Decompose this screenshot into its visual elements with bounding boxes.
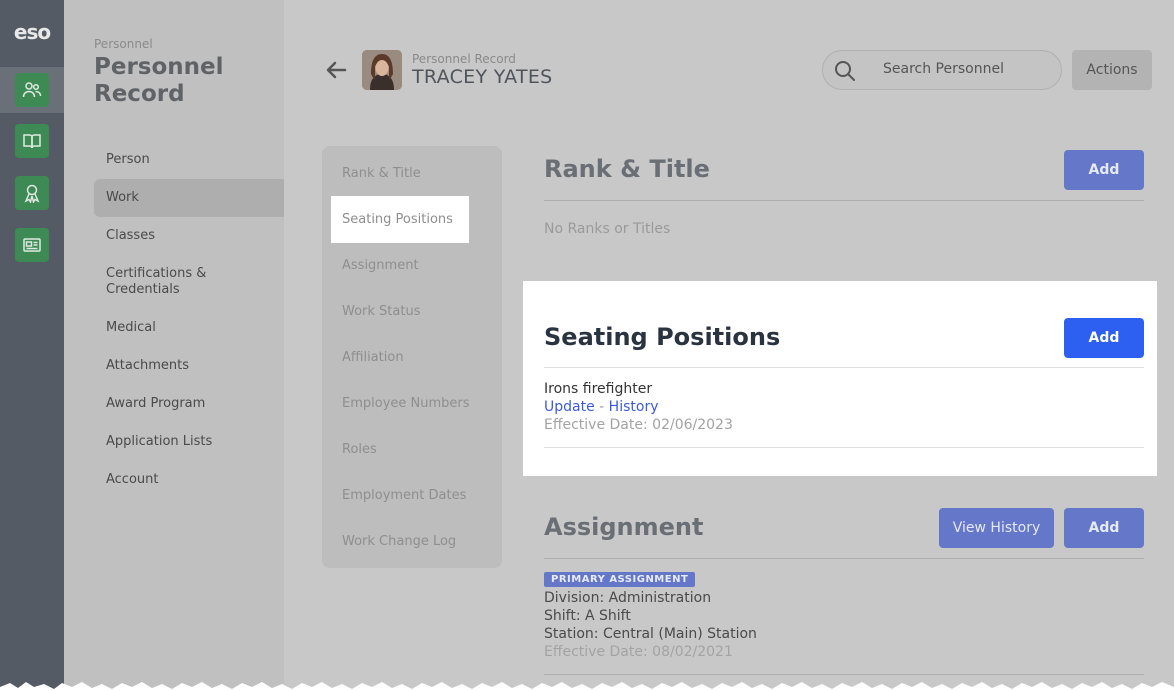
subnav-item-affiliation[interactable]: Affiliation xyxy=(342,350,404,365)
news-icon xyxy=(23,238,41,252)
subnav-item-employment-dates[interactable]: Employment Dates xyxy=(342,488,466,503)
seating-link-separator: - xyxy=(599,399,609,415)
sidenav-eyebrow: Personnel xyxy=(94,37,153,51)
seating-effective-date: Effective Date: 02/06/2023 xyxy=(544,417,733,433)
assignment-station: Station: Central (Main) Station xyxy=(544,626,757,642)
actions-button[interactable]: Actions xyxy=(1072,50,1152,90)
assignment-add-button[interactable]: Add xyxy=(1064,508,1144,548)
avatar xyxy=(362,50,402,90)
sidenav-item-application-lists[interactable]: Application Lists xyxy=(94,423,284,461)
section-nav: Personnel Personnel Record Person Work C… xyxy=(64,0,284,691)
primary-assignment-badge: PRIMARY ASSIGNMENT xyxy=(544,572,696,587)
subnav-item-rank-title[interactable]: Rank & Title xyxy=(342,166,421,181)
assignment-divider xyxy=(544,558,1144,559)
eso-logo: eso xyxy=(13,20,51,44)
seating-update-link[interactable]: Update xyxy=(544,399,595,415)
subnav-item-assignment[interactable]: Assignment xyxy=(342,258,419,273)
sidenav-item-account[interactable]: Account xyxy=(94,461,284,499)
view-history-button[interactable]: View History xyxy=(939,508,1054,548)
rank-add-button[interactable]: Add xyxy=(1064,150,1144,190)
seating-add-button[interactable]: Add xyxy=(1064,318,1144,358)
subnav-item-employee-numbers[interactable]: Employee Numbers xyxy=(342,396,470,411)
sidenav-list: Person Work Classes Certifications & Cre… xyxy=(94,141,284,499)
sidenav-item-award-program[interactable]: Award Program xyxy=(94,385,284,423)
subnav-item-work-status[interactable]: Work Status xyxy=(342,304,420,319)
search-icon xyxy=(835,61,855,81)
seating-position-name: Irons firefighter xyxy=(544,381,653,397)
rail-awards-button[interactable] xyxy=(15,176,49,210)
rail-news-button[interactable] xyxy=(15,228,49,262)
rail-personnel-button[interactable] xyxy=(0,67,64,113)
seating-positions-heading: Seating Positions xyxy=(544,323,781,351)
avatar-photo xyxy=(362,50,402,90)
seating-divider xyxy=(544,367,1144,368)
rail-training-button[interactable] xyxy=(15,124,49,158)
subnav-item-roles[interactable]: Roles xyxy=(342,442,377,457)
book-icon xyxy=(23,134,41,149)
sidenav-item-work[interactable]: Work xyxy=(94,179,284,217)
rank-divider xyxy=(544,200,1144,201)
assignment-heading: Assignment xyxy=(544,513,704,541)
rank-empty-text: No Ranks or Titles xyxy=(544,221,671,237)
assignment-division: Division: Administration xyxy=(544,590,712,606)
subnav-item-label: Seating Positions xyxy=(342,212,453,227)
rank-title-heading: Rank & Title xyxy=(544,155,710,183)
people-icon xyxy=(22,82,42,98)
seating-history-link[interactable]: History xyxy=(609,399,659,415)
app-rail: eso xyxy=(0,0,64,691)
assignment-bottom-divider xyxy=(544,674,1144,675)
sidenav-title: Personnel Record xyxy=(94,54,224,107)
seating-bottom-divider xyxy=(544,447,1144,448)
sidenav-item-classes[interactable]: Classes xyxy=(94,217,284,255)
award-icon xyxy=(24,184,40,203)
seating-positions-card: Seating Positions Add Irons firefighter … xyxy=(523,281,1157,476)
torn-edge-decoration xyxy=(0,682,1174,691)
header-eyebrow: Personnel Record xyxy=(412,52,516,66)
search-input[interactable] xyxy=(883,61,1053,77)
sidenav-item-certifications[interactable]: Certifications & Credentials xyxy=(94,255,244,309)
seating-actions: Update - History xyxy=(544,399,658,415)
back-arrow-icon[interactable] xyxy=(325,58,349,82)
personnel-name: TRACEY YATES xyxy=(412,66,553,88)
assignment-shift: Shift: A Shift xyxy=(544,608,631,624)
sidenav-item-medical[interactable]: Medical xyxy=(94,309,284,347)
sidenav-item-person[interactable]: Person xyxy=(94,141,284,179)
subnav-item-work-change-log[interactable]: Work Change Log xyxy=(342,534,456,549)
subnav-item-seating-positions[interactable]: Seating Positions xyxy=(331,196,469,243)
assignment-effective-date: Effective Date: 08/02/2021 xyxy=(544,644,733,660)
search-box xyxy=(822,50,1062,90)
sidenav-item-attachments[interactable]: Attachments xyxy=(94,347,284,385)
